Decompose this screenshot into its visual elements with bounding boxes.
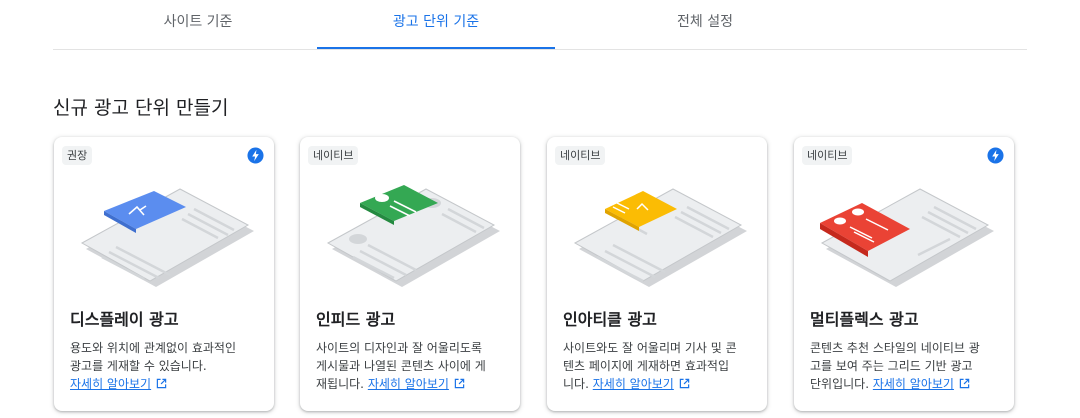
- card-title: 인아티클 광고: [563, 310, 657, 329]
- in-article-ads-card[interactable]: 네이티브 인아티클 광고 사이트와도 잘 어울리며 기사 및 콘 텐츠 페이지에…: [547, 137, 767, 411]
- bolt-icon: [247, 147, 264, 164]
- card-description: 콘텐츠 추천 스타일의 네이티브 광 고를 보여 주는 그리드 기반 광고 단위…: [810, 341, 980, 391]
- recommended-badge: 권장: [62, 146, 93, 165]
- learn-more-link[interactable]: 자세히 알아보기: [593, 377, 690, 391]
- display-ads-card[interactable]: 권장 디스플레이 광고 용도와 위치에 관계없이 효과적인 광고를 게재할 수 …: [54, 137, 274, 411]
- card-title: 멀티플렉스 광고: [810, 310, 919, 329]
- tab-by-ad-unit[interactable]: 광고 단위 기준: [317, 0, 555, 49]
- learn-more-link[interactable]: 자세히 알아보기: [70, 377, 167, 391]
- tab-bar: 사이트 기준 광고 단위 기준 전체 설정: [53, 0, 1027, 50]
- card-description: 용도와 위치에 관계없이 효과적인 광고를 게재할 수 있습니다. 자세히 알아…: [70, 341, 237, 391]
- in-feed-ads-card[interactable]: 네이티브 인피드 광고 사이트의 디자인과 잘 어울리도록 게시물과 나열된 콘…: [300, 137, 520, 411]
- learn-more-link[interactable]: 자세히 알아보기: [873, 377, 970, 391]
- external-link-icon: [454, 378, 465, 389]
- learn-more-link[interactable]: 자세히 알아보기: [368, 377, 465, 391]
- card-title: 디스플레이 광고: [70, 310, 179, 329]
- bolt-icon: [987, 147, 1004, 164]
- multiplex-ads-card[interactable]: 네이티브 멀티플렉스 광고 콘텐츠 추천 스타일의 네이티브 광 고를 보여 주…: [794, 137, 1014, 411]
- tab-global-settings[interactable]: 전체 설정: [605, 0, 805, 47]
- tab-by-site[interactable]: 사이트 기준: [113, 0, 283, 47]
- external-link-icon: [156, 378, 167, 389]
- native-badge: 네이티브: [555, 146, 606, 165]
- card-description: 사이트와도 잘 어울리며 기사 및 콘 텐츠 페이지에 게재하면 효과적입 니다…: [563, 341, 737, 391]
- multiplex-ad-illustration: [820, 188, 994, 287]
- card-title: 인피드 광고: [316, 310, 396, 329]
- card-description: 사이트의 디자인과 잘 어울리도록 게시물과 나열된 콘텐츠 사이에 게 재됩니…: [316, 341, 486, 391]
- native-badge: 네이티브: [308, 146, 359, 165]
- display-ad-illustration: [80, 188, 254, 287]
- section-title: 신규 광고 단위 만들기: [53, 97, 229, 119]
- external-link-icon: [959, 378, 970, 389]
- in-feed-ad-illustration: [326, 185, 500, 287]
- external-link-icon: [679, 378, 690, 389]
- native-badge: 네이티브: [802, 146, 853, 165]
- in-article-ad-illustration: [573, 188, 747, 287]
